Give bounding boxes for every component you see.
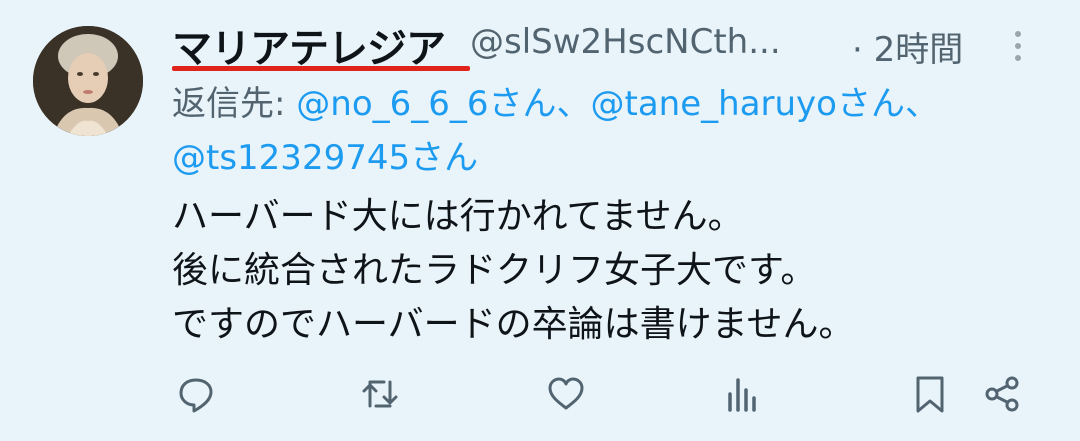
avatar[interactable] bbox=[33, 26, 143, 136]
tweet-header: マリアテレジア @slSw2HscNCth... · 2時間 bbox=[172, 12, 1080, 72]
bookmark-icon[interactable] bbox=[906, 370, 954, 418]
reply-icon[interactable] bbox=[172, 370, 220, 418]
user-handle[interactable]: @slSw2HscNCth... bbox=[470, 22, 781, 62]
portrait-image bbox=[33, 26, 143, 136]
tweet-line: ハーバード大には行かれてません。 bbox=[172, 196, 744, 237]
tweet-line: 後に統合されたラドクリフ女子大です。 bbox=[172, 250, 817, 291]
timestamp[interactable]: · 2時間 bbox=[852, 22, 963, 71]
mention-link[interactable]: @tane_haruyoさん、 bbox=[591, 84, 939, 124]
more-vertical-icon[interactable] bbox=[1008, 26, 1028, 66]
mention-link[interactable]: @ts12329745さん bbox=[172, 138, 478, 178]
tweet-body: ハーバード大には行かれてません。 後に統合されたラドクリフ女子大です。 ですので… bbox=[172, 190, 1032, 352]
red-underline bbox=[172, 66, 470, 71]
reply-to-line: 返信先: @no_6_6_6さん、@tane_haruyoさん、 @ts12329… bbox=[172, 77, 1032, 185]
retweet-icon[interactable] bbox=[356, 370, 404, 418]
action-bar bbox=[0, 370, 1080, 430]
views-icon[interactable] bbox=[718, 370, 766, 418]
share-icon[interactable] bbox=[978, 370, 1026, 418]
heart-icon[interactable] bbox=[542, 370, 590, 418]
tweet-line: ですのでハーバードの卒論は書けません。 bbox=[172, 304, 855, 345]
mention-link[interactable]: @no_6_6_6さん、 bbox=[296, 84, 590, 124]
reply-prefix: 返信先: bbox=[172, 84, 297, 124]
